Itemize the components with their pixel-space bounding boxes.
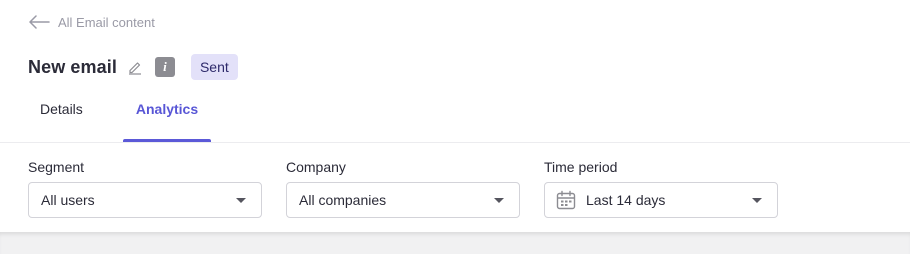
back-link-label: All Email content: [58, 14, 155, 30]
title-row: New email i Sent: [28, 54, 238, 80]
segment-label: Segment: [28, 159, 85, 175]
calendar-icon: [556, 190, 576, 210]
time-period-select[interactable]: Last 14 days: [544, 182, 778, 218]
arrow-left-icon: [28, 15, 50, 29]
tabs: Details Analytics: [28, 96, 211, 142]
chevron-down-icon: [752, 197, 762, 203]
time-period-label: Time period: [544, 159, 618, 175]
back-link[interactable]: All Email content: [28, 12, 155, 32]
chevron-down-icon: [494, 197, 504, 203]
company-select[interactable]: All companies: [286, 182, 520, 218]
company-value: All companies: [299, 192, 387, 208]
tabs-divider: [0, 142, 910, 143]
time-period-filter: Time period Last 14 days: [544, 158, 778, 218]
company-label: Company: [286, 159, 346, 175]
segment-filter: Segment All users: [28, 158, 262, 218]
tab-details[interactable]: Details: [28, 96, 123, 142]
time-period-value: Last 14 days: [586, 192, 666, 208]
page-title: New email: [28, 56, 117, 77]
content-area: [0, 232, 910, 254]
tab-analytics[interactable]: Analytics: [123, 96, 211, 142]
status-badge: Sent: [190, 54, 238, 80]
pencil-icon[interactable]: [127, 59, 143, 75]
chevron-down-icon: [236, 197, 246, 203]
segment-value: All users: [41, 192, 95, 208]
company-filter: Company All companies: [286, 158, 520, 218]
segment-select[interactable]: All users: [28, 182, 262, 218]
info-icon[interactable]: i: [154, 57, 175, 77]
